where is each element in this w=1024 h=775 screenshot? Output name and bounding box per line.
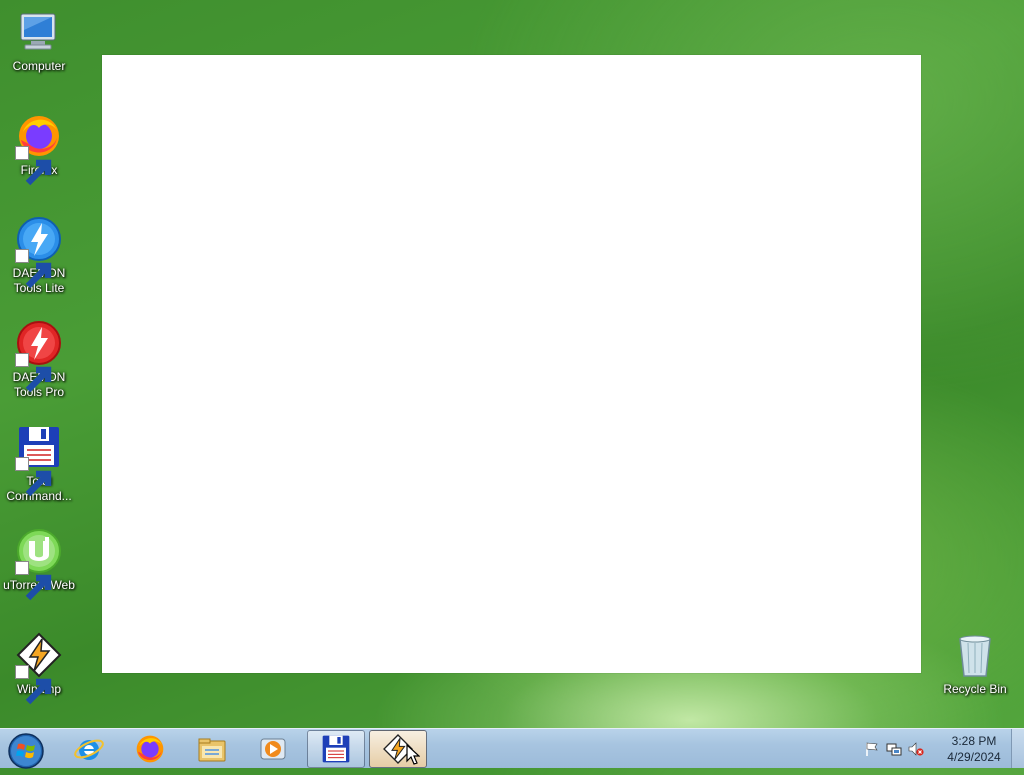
desktop-icon-firefox[interactable]: Firefox xyxy=(0,112,79,186)
taskbar-internet-explorer[interactable] xyxy=(60,730,118,768)
total-commander-icon xyxy=(15,423,63,497)
action-center-flag-icon[interactable] xyxy=(864,741,880,757)
shortcut-arrow-icon xyxy=(15,249,52,289)
start-button[interactable] xyxy=(7,732,45,770)
desktop-icon-label: Recycle Bin xyxy=(943,682,1007,696)
volume-muted-icon[interactable] xyxy=(908,741,924,757)
show-desktop-button[interactable] xyxy=(1011,729,1024,768)
taskbar: 3:28 PM 4/29/2024 xyxy=(0,728,1024,770)
start-orb-icon xyxy=(8,733,44,769)
desktop-icon-daemon-tools-lite[interactable]: DAEMON Tools Lite xyxy=(0,215,79,296)
computer-icon xyxy=(15,8,63,56)
desktop-icon-total-commander[interactable]: Total Command... xyxy=(0,423,79,504)
taskbar-media-player[interactable] xyxy=(244,730,302,768)
desktop-icon-winamp[interactable]: Winamp xyxy=(0,631,79,705)
daemon-tools-lite-icon xyxy=(15,215,63,289)
utorrent-icon xyxy=(15,527,63,601)
taskbar-firefox[interactable] xyxy=(121,730,179,768)
firefox-icon xyxy=(136,735,164,763)
daemon-tools-pro-icon xyxy=(15,319,63,393)
winamp-icon xyxy=(15,631,63,705)
system-tray xyxy=(864,739,924,759)
system-clock[interactable]: 3:28 PM 4/29/2024 xyxy=(940,733,1008,765)
clock-date: 4/29/2024 xyxy=(947,750,1001,764)
internet-explorer-icon xyxy=(74,739,104,760)
firefox-icon xyxy=(15,112,63,186)
mouse-cursor-icon xyxy=(406,744,420,765)
recycle-bin-icon xyxy=(951,631,999,679)
file-explorer-icon xyxy=(198,738,226,762)
network-icon[interactable] xyxy=(886,741,902,757)
desktop-icon-label: Computer xyxy=(12,59,66,73)
clock-time: 3:28 PM xyxy=(951,734,997,748)
desktop-icon-daemon-tools-pro[interactable]: DAEMON Tools Pro xyxy=(0,319,79,400)
desktop-icon-utorrent-web[interactable]: uTorrent Web xyxy=(0,527,79,601)
shortcut-arrow-icon xyxy=(15,146,52,186)
shortcut-arrow-icon xyxy=(15,561,52,601)
media-player-icon xyxy=(260,738,286,760)
total-commander-icon xyxy=(322,735,350,763)
desktop-icon-computer[interactable]: Computer xyxy=(0,8,79,74)
shortcut-arrow-icon xyxy=(15,457,52,497)
taskbar-file-explorer[interactable] xyxy=(183,730,241,768)
taskbar-total-commander[interactable] xyxy=(307,730,365,768)
blank-window[interactable] xyxy=(102,55,921,673)
shortcut-arrow-icon xyxy=(15,353,52,393)
shortcut-arrow-icon xyxy=(15,665,52,705)
desktop-icon-recycle-bin[interactable]: Recycle Bin xyxy=(935,631,1015,697)
